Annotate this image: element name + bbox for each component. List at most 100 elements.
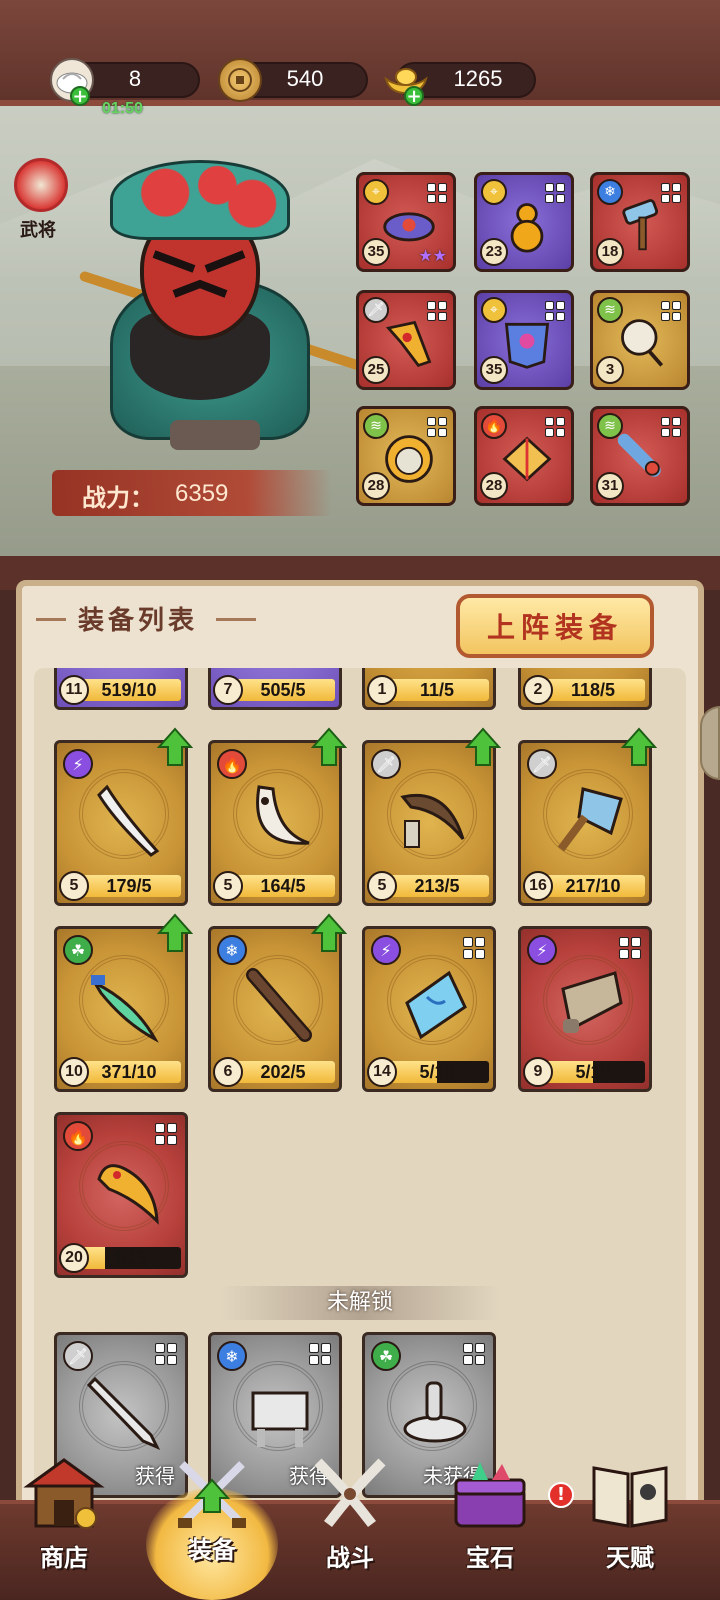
equipment-card[interactable]: 519/10 11 [54, 668, 188, 710]
equipment-card[interactable]: 11/5 1 [362, 668, 496, 710]
progress-text: 505/5 [260, 680, 306, 700]
equipment-card[interactable]: 118/5 2 [518, 668, 652, 710]
equipped-slot[interactable]: 🔥 28 [474, 406, 574, 506]
frost-icon: ❄ [217, 1341, 247, 1371]
progress-bar: 519/10 [77, 679, 181, 701]
nav-label: 宝石 [466, 1544, 514, 1572]
equipment-grid[interactable]: 519/10 11 505/5 7 11/5 1 118/5 2 ⚡ 179/5 5 🔥 164/5 5… [34, 668, 686, 1520]
equipped-slot[interactable]: ⌖ 23 [474, 172, 574, 272]
nav-tab-gem-chest[interactable]: 宝石 [430, 1452, 550, 1600]
upgrade-arrow-icon[interactable] [620, 727, 658, 767]
sword-icon: 🗡 [527, 749, 557, 779]
general-label: 武将 [20, 220, 56, 241]
lightning-icon: ⚡ [371, 935, 401, 965]
coin-value: 540 [286, 66, 324, 91]
equipment-card[interactable]: 🔥 164/5 5 [208, 727, 348, 906]
equipment-card[interactable]: ❄ 202/5 6 [208, 913, 348, 1092]
frost-icon: ❄ [217, 935, 247, 965]
progress-text: 5/10 [575, 1062, 611, 1082]
progress-bar: 202/5 [231, 1061, 335, 1083]
item-level: 14 [367, 1057, 397, 1087]
item-level: 35 [480, 356, 508, 384]
progress-bar: 505/5 [231, 679, 335, 701]
equipment-card[interactable]: 🔥 4/15 20 [54, 1112, 188, 1278]
poison-icon: ☘ [63, 935, 93, 965]
progress-text: 179/5 [106, 876, 152, 896]
progress-bar: 217/10 [541, 875, 645, 897]
equipment-card[interactable]: ☘ 371/10 10 [54, 913, 194, 1092]
general-avatar-icon[interactable] [14, 158, 68, 212]
feather-quill-icon [85, 777, 167, 863]
equipped-slot[interactable]: ⌖ 35 [474, 290, 574, 390]
nav-tab-shop[interactable]: 商店 [4, 1452, 124, 1600]
item-level: 7 [213, 675, 243, 705]
equipment-card[interactable]: ⚡ 179/5 5 [54, 727, 194, 906]
equipped-slot[interactable]: ⌖ 35 ★★ [356, 172, 456, 272]
jade-blade-icon [85, 963, 167, 1049]
item-level: 31 [596, 472, 624, 500]
item-level: 28 [480, 472, 508, 500]
item-level: 5 [213, 871, 243, 901]
upgrade-arrow-icon[interactable] [310, 727, 348, 767]
upgrade-arrow-icon[interactable] [156, 727, 194, 767]
rarity-dots [463, 1343, 485, 1365]
nav-tab-talent-book[interactable]: 天赋 [570, 1452, 690, 1600]
upgrade-arrow-icon[interactable] [310, 913, 348, 953]
rarity-dots [155, 1343, 177, 1365]
upgrade-arrow-icon[interactable] [464, 727, 502, 767]
equipment-card[interactable]: 🗡 213/5 5 [362, 727, 502, 906]
item-level: 20 [59, 1243, 89, 1273]
equipment-icon [170, 1452, 254, 1536]
sword-icon: 🗡 [371, 749, 401, 779]
mirror-icon [381, 431, 437, 487]
equipped-slot[interactable]: ≋ 3 [590, 290, 690, 390]
progress-text: 202/5 [260, 1062, 306, 1082]
add-stamina-icon[interactable]: + [70, 86, 90, 106]
progress-text: 4/15 [111, 1248, 147, 1268]
poison-icon: ☘ [371, 1341, 401, 1371]
mortar-icon [393, 1369, 475, 1455]
item-level: 23 [480, 238, 508, 266]
progress-text: 164/5 [260, 876, 306, 896]
progress-text: 213/5 [414, 876, 460, 896]
talent-book-icon [588, 1452, 672, 1536]
rarity-dots [463, 937, 485, 959]
nav-tab-battle[interactable]: 战斗 [290, 1452, 410, 1600]
side-scroll-tab[interactable] [700, 706, 720, 780]
add-gold-icon[interactable]: + [404, 86, 424, 106]
dragon-hook-icon [85, 1149, 167, 1235]
hero-character [70, 150, 424, 460]
equipped-slot[interactable]: ❄ 18 [590, 172, 690, 272]
equipment-card[interactable]: ⚡ 5/10 9 [518, 926, 652, 1092]
power-value: 6359 [175, 480, 229, 507]
progress-bar: 5/10 [541, 1061, 645, 1083]
upgrade-arrow-icon[interactable] [156, 913, 194, 953]
golden-claw-icon [381, 315, 437, 371]
notification-badge: ! [548, 1482, 574, 1508]
equipped-slot[interactable]: 🗡 25 [356, 290, 456, 390]
armor-icon [499, 315, 555, 371]
progress-text: 118/5 [570, 680, 616, 700]
gem-chest-icon [448, 1452, 532, 1536]
rarity-dots [155, 1123, 177, 1145]
item-level: 16 [523, 871, 553, 901]
progress-bar: 11/5 [385, 679, 489, 701]
item-level: 11 [59, 675, 89, 705]
item-level: 9 [523, 1057, 553, 1087]
progress-bar: 213/5 [385, 875, 489, 897]
progress-bar: 164/5 [231, 875, 335, 897]
item-level: 5 [367, 871, 397, 901]
equipped-slot[interactable]: ≋ 28 [356, 406, 456, 506]
equipment-card[interactable]: ⚡ 5/10 14 [362, 926, 496, 1092]
gourd-icon [499, 197, 555, 253]
equipment-card[interactable]: 505/5 7 [208, 668, 342, 710]
equipment-card[interactable]: 🗡 217/10 16 [518, 727, 658, 906]
rarity-dots [619, 937, 641, 959]
battle-icon [308, 1452, 392, 1536]
hero-headdress [110, 160, 290, 240]
equipped-slot[interactable]: ≋ 31 [590, 406, 690, 506]
progress-bar: 371/10 [77, 1061, 181, 1083]
nav-tab-equipment[interactable]: 装备 [146, 1452, 278, 1600]
deploy-equipment-button[interactable]: 上阵装备 [456, 594, 654, 658]
gold-value: 1265 [453, 66, 503, 91]
